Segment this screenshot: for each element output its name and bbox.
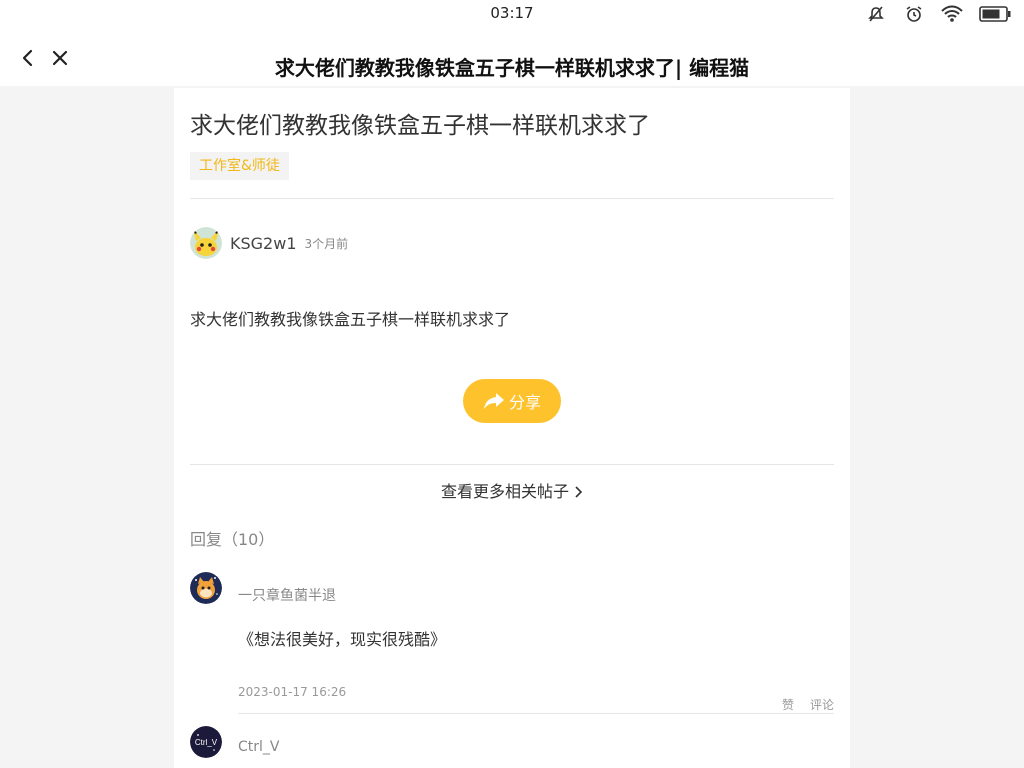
- close-icon: [52, 50, 68, 66]
- reply-date: 2023-01-17 16:26: [238, 685, 347, 699]
- close-button[interactable]: [48, 46, 72, 70]
- share-icon: [483, 393, 504, 409]
- author-name[interactable]: KSG2w1: [230, 234, 297, 253]
- status-icons: [864, 4, 1012, 24]
- reply-author-name[interactable]: Ctrl_V: [238, 739, 280, 755]
- share-label: 分享: [508, 393, 541, 412]
- chevron-right-icon: [573, 484, 583, 503]
- post-title: 求大佬们教教我像铁盒五子棋一样联机求求了: [190, 113, 650, 139]
- comment-button[interactable]: 评论: [810, 696, 834, 713]
- reply-text: 《想法很美好，现实很残酷》: [238, 630, 447, 649]
- reply-avatar-text: Ctrl_V: [195, 738, 218, 747]
- share-button[interactable]: 分享: [463, 379, 561, 423]
- divider: [190, 198, 834, 199]
- replies-header: 回复（10）: [190, 530, 275, 549]
- nav-bar: 求大佬们教教我像铁盒五子棋一样联机求求了| 编程猫: [0, 28, 1024, 86]
- author-row: KSG2w1 3个月前: [190, 226, 348, 260]
- divider: [190, 464, 834, 465]
- back-icon: [22, 49, 33, 67]
- post-card: 求大佬们教教我像铁盒五子棋一样联机求求了 工作室&师徒 KSG2w1 3个月前 …: [174, 88, 850, 768]
- reply-avatar[interactable]: Ctrl_V: [190, 726, 222, 758]
- mute-icon: [864, 4, 888, 24]
- post-time: 3个月前: [304, 236, 349, 251]
- author-avatar[interactable]: [190, 227, 222, 259]
- divider: [238, 713, 834, 714]
- more-related-posts-link[interactable]: 查看更多相关帖子: [174, 478, 850, 503]
- post-body: 求大佬们教教我像铁盒五子棋一样联机求求了: [190, 310, 511, 329]
- post-tag[interactable]: 工作室&师徒: [190, 152, 289, 180]
- reply-avatar[interactable]: [190, 572, 222, 604]
- reply-actions: 赞 评论: [782, 696, 834, 713]
- wifi-icon: [940, 4, 964, 24]
- alarm-icon: [902, 4, 926, 24]
- page-title: 求大佬们教教我像铁盒五子棋一样联机求求了| 编程猫: [274, 56, 750, 80]
- battery-icon: [978, 4, 1012, 24]
- more-related-posts-label: 查看更多相关帖子: [440, 482, 569, 501]
- status-bar: 03:17: [0, 0, 1024, 28]
- back-button[interactable]: [16, 46, 40, 70]
- like-button[interactable]: 赞: [782, 696, 794, 713]
- reply-author-name[interactable]: 一只章鱼菌半退: [238, 585, 336, 605]
